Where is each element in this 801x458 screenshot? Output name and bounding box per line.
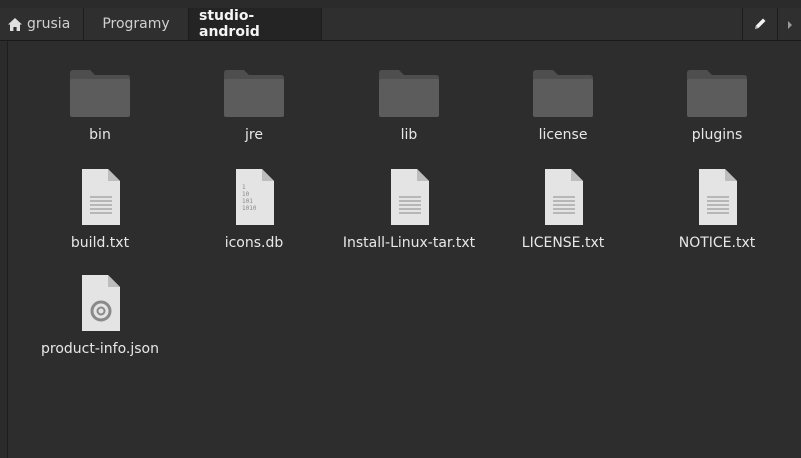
folder-icon [30,69,170,119]
file-item-label: bin [89,127,111,143]
file-item-license-txt[interactable]: LICENSE.txt [493,167,633,251]
file-item-plugins[interactable]: plugins [647,69,787,143]
window-top-strip [0,0,801,8]
text-file-icon [647,167,787,227]
file-item-label: build.txt [70,235,130,251]
file-item-build-txt[interactable]: build.txt [30,167,170,251]
file-item-label: icons.db [224,235,284,251]
file-item-license[interactable]: license [493,69,633,143]
file-item-lib[interactable]: lib [339,69,479,143]
file-item-product-info-json[interactable]: product-info.json [30,273,170,357]
svg-text:1010: 1010 [242,205,257,212]
crumb-home[interactable]: grusia [0,8,84,40]
file-icon-view: bin jre lib license plugins build.txt 11… [8,41,801,458]
text-file-icon [30,167,170,227]
path-scroll-right-button[interactable] [777,8,801,40]
file-item-bin[interactable]: bin [30,69,170,143]
pencil-icon [754,15,767,34]
crumb-home-label: grusia [27,16,71,32]
file-item-label: license [538,127,588,143]
folder-icon [647,69,787,119]
svg-text:101: 101 [242,198,253,205]
file-item-icons-db[interactable]: 1 10 101 1010 icons.db [184,167,324,251]
text-file-icon [493,167,633,227]
path-bar: grusia Programy studio-android [0,8,801,41]
file-item-label: product-info.json [41,341,159,357]
svg-text:1: 1 [242,184,246,191]
chevron-right-icon [786,15,794,34]
file-item-label: LICENSE.txt [521,235,605,251]
folder-icon [339,69,479,119]
sidebar-edge [0,41,8,458]
file-item-label: Install-Linux-tar.txt [342,235,476,251]
crumb-studio-android[interactable]: studio-android [189,8,322,40]
file-item-label: jre [245,127,263,143]
file-item-jre[interactable]: jre [184,69,324,143]
json-file-icon [30,273,170,333]
file-item-label: NOTICE.txt [678,235,756,251]
edit-location-button[interactable] [742,8,777,40]
file-item-install-linux-tar-txt[interactable]: Install-Linux-tar.txt [339,167,479,251]
crumb-programy[interactable]: Programy [84,8,189,40]
file-item-label: lib [400,127,418,143]
crumb-programy-label: Programy [102,16,170,32]
binary-file-icon: 1 10 101 1010 [184,167,324,227]
home-icon [8,17,22,31]
folder-icon [184,69,324,119]
crumb-studio-android-label: studio-android [199,8,260,40]
text-file-icon [339,167,479,227]
file-item-notice-txt[interactable]: NOTICE.txt [647,167,787,251]
file-item-label: plugins [691,127,743,143]
folder-icon [493,69,633,119]
path-bar-spacer [322,8,742,40]
svg-text:10: 10 [242,191,250,198]
